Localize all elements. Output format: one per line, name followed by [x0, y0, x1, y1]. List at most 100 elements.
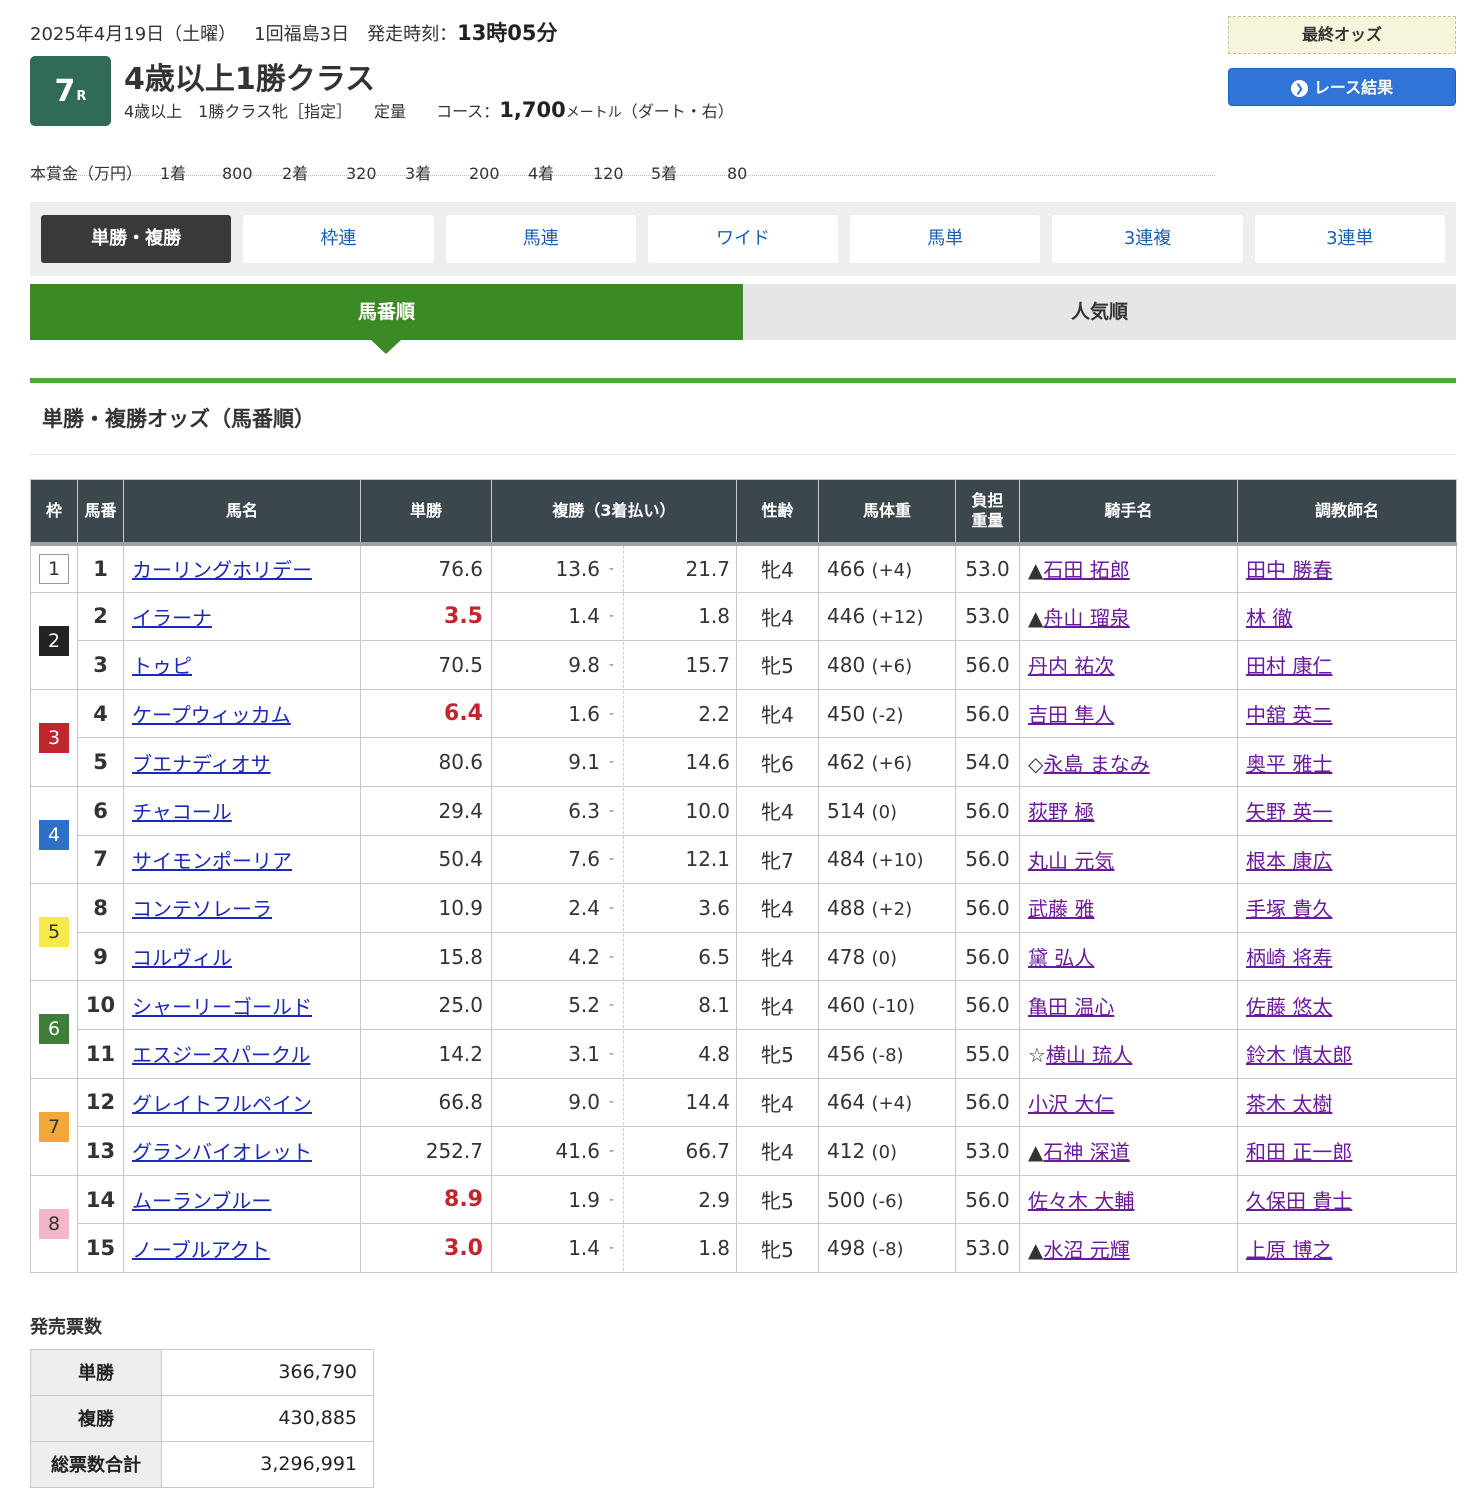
jockey-link[interactable]: 佐々木 大輔	[1028, 1189, 1134, 1213]
jockey-link[interactable]: 小沢 大仁	[1028, 1092, 1114, 1116]
prize-amount-3: 200	[469, 164, 500, 183]
horse-name-link[interactable]: ケープウィッカム	[132, 703, 291, 727]
horse-name-link[interactable]: コンテソレーラ	[132, 897, 272, 921]
jockey-link[interactable]: 武藤 雅	[1028, 897, 1094, 921]
tab-bracket-quinella[interactable]: 枠連	[243, 215, 434, 263]
jockey-link[interactable]: 亀田 温心	[1028, 995, 1114, 1019]
place-odds-max: 4.8	[698, 1041, 730, 1066]
horse-name-link[interactable]: サイモンポーリア	[132, 849, 292, 873]
jockey-link[interactable]: 吉田 隼人	[1028, 703, 1114, 727]
tab-trio[interactable]: 3連複	[1052, 215, 1243, 263]
trainer-link[interactable]: 上原 博之	[1246, 1238, 1332, 1262]
jockey-link[interactable]: 石田 拓郎	[1043, 558, 1129, 582]
trainer-link[interactable]: 田中 勝春	[1246, 558, 1332, 582]
jockey-cell: 亀田 温心	[1019, 980, 1238, 1030]
jockey-cell: 丸山 元気	[1019, 834, 1238, 885]
trainer-link[interactable]: 和田 正一郎	[1246, 1140, 1352, 1164]
jockey-link[interactable]: 石神 深道	[1043, 1140, 1129, 1164]
place-odds-max: 12.1	[685, 847, 730, 872]
jockey-link[interactable]: 黛 弘人	[1028, 946, 1094, 970]
tab-trifecta[interactable]: 3連単	[1254, 215, 1445, 263]
trainer-link[interactable]: 奥平 雅士	[1246, 752, 1332, 776]
horse-name-link[interactable]: シャーリーゴールド	[132, 995, 312, 1019]
place-odds: 13.6- 21.7	[491, 543, 737, 593]
horse-name-link[interactable]: チャコール	[132, 800, 232, 824]
course-detail: （ダート・右）	[621, 102, 734, 121]
trainer-link[interactable]: 田村 康仁	[1246, 654, 1332, 678]
horse-name-link[interactable]: カーリングホリデー	[132, 558, 312, 582]
place-odds-max: 14.6	[685, 750, 730, 775]
trainer-link[interactable]: 久保田 貴士	[1246, 1189, 1352, 1213]
col-load-line2: 重量	[971, 510, 1004, 530]
sex-age: 牝5	[736, 1028, 819, 1079]
trainer-link[interactable]: 柄崎 将寿	[1246, 946, 1332, 970]
tab-popularity-order[interactable]: 人気順	[743, 284, 1456, 340]
jockey-link[interactable]: 永島 まなみ	[1043, 752, 1149, 776]
jockey-link[interactable]: 荻野 極	[1028, 800, 1094, 824]
sex-age: 牝4	[736, 931, 819, 982]
tab-win-place[interactable]: 単勝・複勝	[41, 215, 232, 263]
body-weight-cell: 478 (0)	[818, 931, 956, 982]
place-odds-min: 4.2	[568, 944, 600, 969]
carried-weight: 56.0	[955, 834, 1020, 885]
waku-cell: 6	[30, 980, 78, 1079]
jockey-link[interactable]: 水沼 元輝	[1043, 1238, 1129, 1262]
trainer-cell: 田中 勝春	[1237, 543, 1457, 593]
table-row: 8 14 ムーランブルー 8.9 1.9-2.9 牝5 500 (-6) 56.0 佐々木 大輔…	[30, 1174, 1457, 1273]
body-weight-diff: (0)	[871, 1141, 898, 1163]
place-odds-max: 14.4	[685, 1090, 730, 1115]
horse-name-link[interactable]: エスジースパークル	[132, 1043, 310, 1067]
horse-name-cell: グレイトフルペイン	[123, 1077, 361, 1128]
win-odds: 3.0	[360, 1223, 492, 1273]
horse-name-link[interactable]: グランバイオレット	[132, 1140, 312, 1164]
trainer-link[interactable]: 茶木 太樹	[1246, 1092, 1332, 1116]
course-label: コース：	[436, 102, 500, 121]
sex-age: 牝4	[736, 1126, 819, 1176]
horse-name-link[interactable]: グレイトフルペイン	[132, 1092, 312, 1116]
table-row: 3 4 ケープウィッカム 6.4 1.6-2.2 牝4 450 (-2) 56.0 吉田 隼人中…	[30, 688, 1457, 787]
trainer-link[interactable]: 手塚 貴久	[1246, 897, 1332, 921]
place-odds-min: 5.2	[568, 993, 600, 1018]
horse-name-link[interactable]: ムーランブルー	[132, 1189, 271, 1213]
trainer-link[interactable]: 林 徹	[1246, 606, 1292, 630]
body-weight-diff: (+12)	[871, 607, 924, 629]
carried-weight: 56.0	[955, 931, 1020, 982]
tab-quinella[interactable]: 馬連	[445, 215, 636, 263]
jockey-link[interactable]: 舟山 瑠泉	[1043, 606, 1129, 630]
horse-name-link[interactable]: ブエナディオサ	[132, 752, 271, 776]
win-odds: 14.2	[360, 1028, 492, 1079]
place-odds-min: 41.6	[555, 1138, 600, 1163]
horse-name-link[interactable]: イラーナ	[132, 606, 212, 630]
tab-wide[interactable]: ワイド	[647, 215, 839, 263]
jockey-link[interactable]: 丹内 祐次	[1028, 654, 1114, 678]
body-weight-diff: (-2)	[871, 704, 904, 726]
body-weight-diff: (-8)	[871, 1239, 904, 1261]
trainer-link[interactable]: 中舘 英二	[1246, 703, 1332, 727]
trainer-link[interactable]: 佐藤 悠太	[1246, 995, 1332, 1019]
body-weight: 412	[827, 1138, 866, 1163]
body-weight-diff: (-6)	[871, 1190, 904, 1212]
tab-horse-number-order[interactable]: 馬番順	[30, 284, 743, 340]
jockey-link[interactable]: 横山 琉人	[1046, 1043, 1132, 1067]
horse-name-link[interactable]: コルヴィル	[132, 946, 232, 970]
body-weight-cell: 412 (0)	[818, 1126, 956, 1176]
trainer-link[interactable]: 矢野 英一	[1246, 800, 1332, 824]
trainer-link[interactable]: 鈴木 慎太郎	[1246, 1043, 1352, 1067]
horse-number: 9	[77, 931, 124, 982]
place-odds-separator: -	[600, 1225, 624, 1272]
prize-place-5: 5着	[651, 164, 678, 183]
place-odds: 9.1- 14.6	[491, 737, 737, 787]
distance: 1,700	[499, 98, 566, 122]
horse-number: 8	[77, 883, 124, 933]
horse-name-link[interactable]: ノーブルアクト	[132, 1238, 270, 1262]
col-place: 複勝（3着払い）	[491, 479, 737, 546]
tab-exacta[interactable]: 馬単	[850, 215, 1041, 263]
sex-age: 牝4	[736, 883, 819, 933]
trainer-link[interactable]: 根本 康広	[1246, 849, 1332, 873]
horse-name-cell: イラーナ	[123, 591, 361, 642]
race-result-button[interactable]: ❯ レース結果	[1228, 68, 1456, 106]
place-odds-separator: -	[600, 641, 624, 688]
horse-name-link[interactable]: トゥピ	[132, 654, 192, 678]
jockey-link[interactable]: 丸山 元気	[1028, 849, 1114, 873]
win-odds: 10.9	[360, 883, 492, 933]
